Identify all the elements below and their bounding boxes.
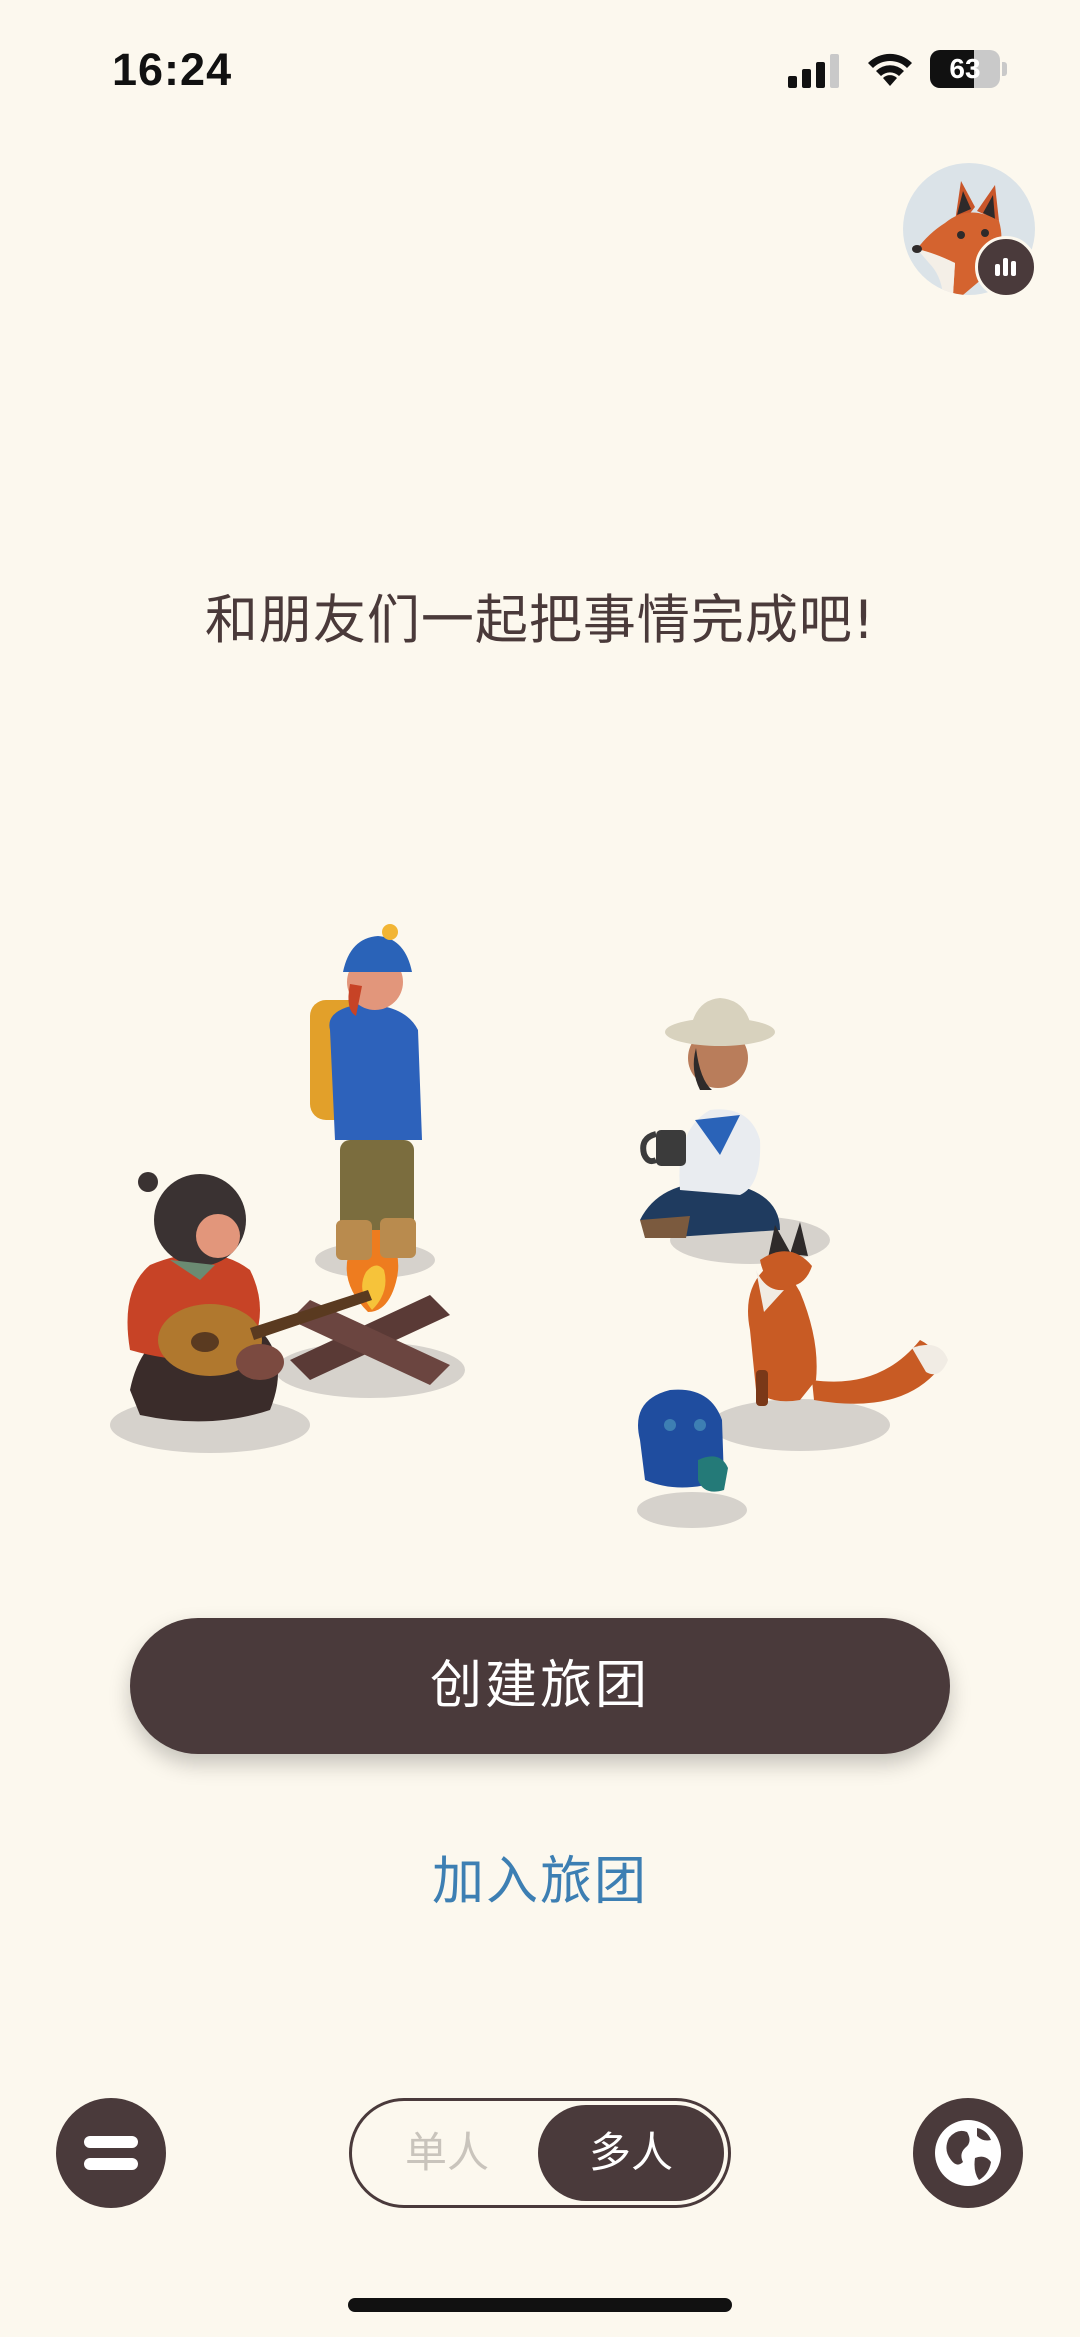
home-indicator[interactable] [348, 2298, 732, 2312]
status-time: 16:24 [112, 44, 233, 95]
stats-button[interactable] [975, 236, 1037, 298]
menu-icon [84, 2136, 138, 2148]
create-group-button[interactable]: 创建旅团 [130, 1618, 950, 1754]
wifi-icon [868, 53, 912, 86]
campfire-illustration [100, 920, 980, 1540]
headline: 和朋友们一起把事情完成吧! [204, 590, 876, 651]
status-bar: 16:24 63 [0, 0, 1080, 140]
mode-single-tab[interactable]: 单人 [352, 2101, 542, 2205]
mode-multi-tab[interactable]: 多人 [538, 2105, 724, 2201]
signal-icon [788, 54, 839, 88]
globe-icon [935, 2120, 1001, 2186]
join-group-link[interactable]: 加入旅团 [340, 1842, 740, 1922]
battery-icon: 63 [930, 50, 1007, 88]
bar-chart-icon [995, 258, 1016, 276]
globe-button[interactable] [913, 2098, 1023, 2208]
menu-button[interactable] [56, 2098, 166, 2208]
mode-toggle[interactable]: 单人 多人 [349, 2098, 731, 2208]
battery-level: 63 [949, 53, 981, 84]
